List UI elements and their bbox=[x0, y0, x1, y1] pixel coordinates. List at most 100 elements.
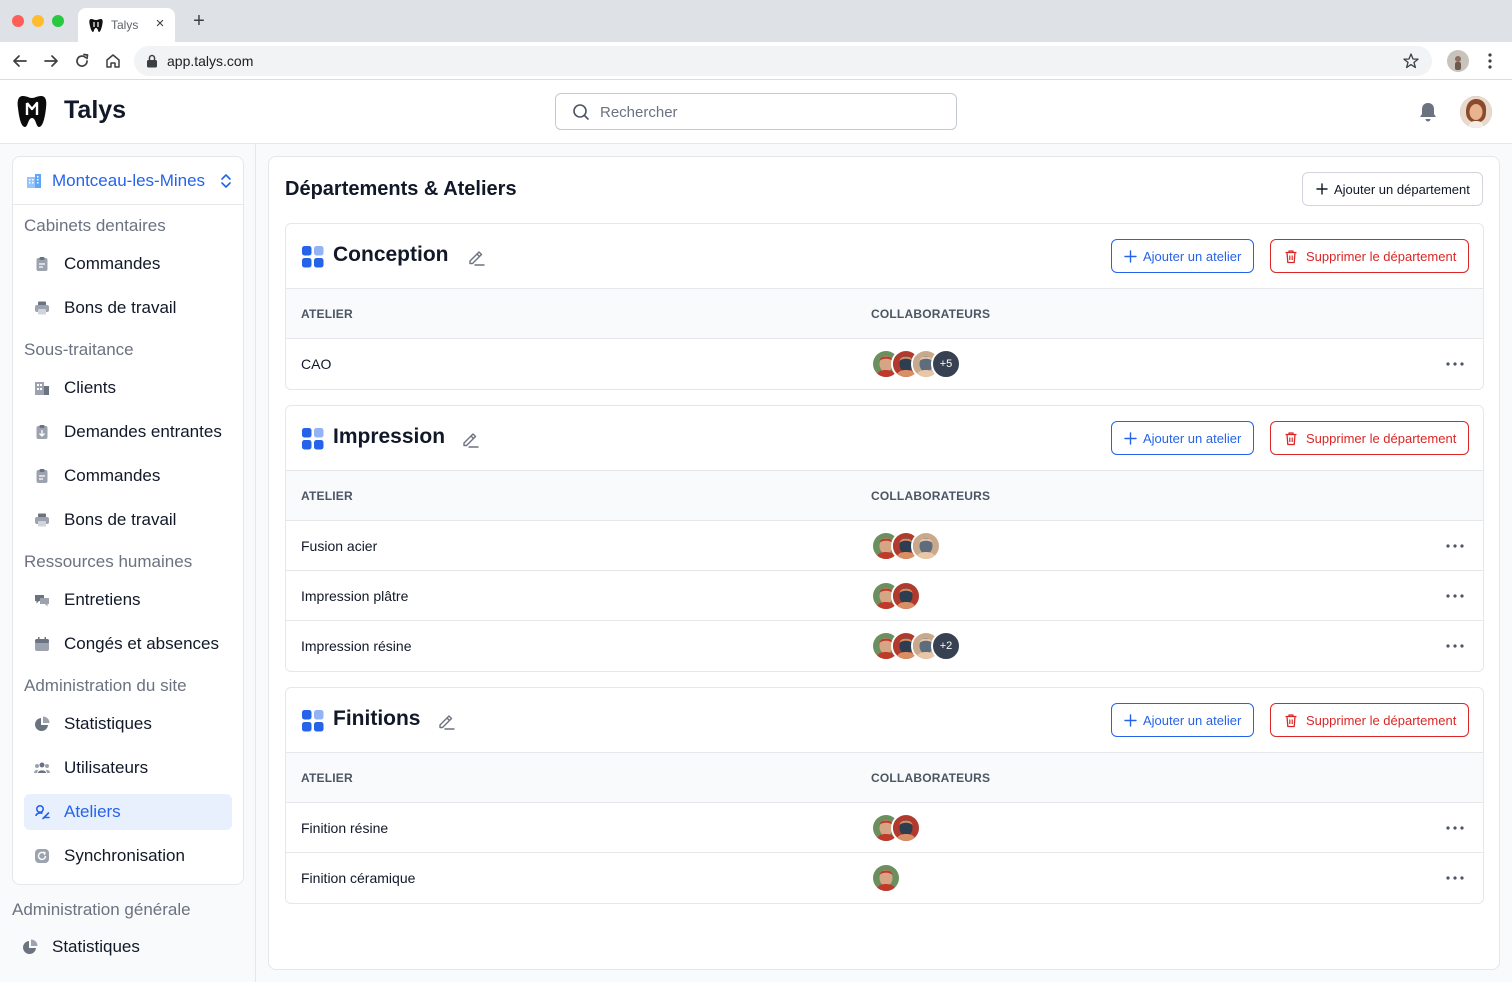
delete-department-label: Supprimer le département bbox=[1306, 431, 1457, 446]
table-row[interactable]: CAO +5 bbox=[286, 339, 1483, 389]
table-header: ATELIER COLLABORATEURS bbox=[286, 753, 1483, 803]
plus-icon bbox=[1316, 183, 1328, 195]
table-row[interactable]: Finition céramique bbox=[286, 853, 1483, 903]
plus-icon bbox=[1124, 432, 1137, 445]
trash-icon bbox=[1285, 250, 1297, 264]
add-atelier-button[interactable]: Ajouter un atelier bbox=[1111, 703, 1254, 737]
atelier-name: Impression plâtre bbox=[301, 588, 409, 604]
trash-icon bbox=[1285, 714, 1297, 728]
pencil-icon[interactable] bbox=[436, 711, 456, 731]
collaborator-avatar[interactable] bbox=[891, 813, 921, 843]
more-horizontal-icon[interactable] bbox=[1444, 638, 1466, 654]
chevron-up-down-icon bbox=[221, 174, 231, 188]
sidebar-item-rh-conges[interactable]: Congés et absences bbox=[24, 626, 232, 662]
window-minimize-button[interactable] bbox=[32, 15, 44, 27]
department-name: Conception bbox=[333, 243, 449, 266]
url-text: app.talys.com bbox=[167, 53, 254, 69]
sidebar-item-st-commandes[interactable]: Commandes bbox=[24, 458, 232, 494]
pencil-icon[interactable] bbox=[466, 247, 486, 267]
sidebar-item-ag-statistiques[interactable]: Statistiques bbox=[12, 929, 244, 965]
delete-department-button[interactable]: Supprimer le département bbox=[1270, 421, 1469, 455]
new-tab-icon[interactable]: + bbox=[189, 11, 209, 31]
add-atelier-button[interactable]: Ajouter un atelier bbox=[1111, 421, 1254, 455]
collaborator-avatar[interactable] bbox=[891, 581, 921, 611]
table-row[interactable]: Impression plâtre bbox=[286, 571, 1483, 621]
sidebar-item-label: Bons de travail bbox=[64, 298, 177, 317]
sidebar-item-as-synchronisation[interactable]: Synchronisation bbox=[24, 838, 232, 874]
trash-icon bbox=[1285, 432, 1297, 446]
add-atelier-label: Ajouter un atelier bbox=[1143, 713, 1242, 728]
sidebar-item-label: Entretiens bbox=[64, 590, 141, 609]
search-box[interactable] bbox=[555, 93, 957, 130]
sidebar-item-st-demandes[interactable]: Demandes entrantes bbox=[24, 414, 232, 450]
add-atelier-button[interactable]: Ajouter un atelier bbox=[1111, 239, 1254, 273]
sidebar-item-label: Synchronisation bbox=[64, 846, 185, 865]
more-collaborators-badge[interactable]: +2 bbox=[931, 631, 961, 661]
add-department-button[interactable]: Ajouter un département bbox=[1302, 172, 1483, 206]
delete-department-button[interactable]: Supprimer le département bbox=[1270, 703, 1469, 737]
site-selector[interactable]: Montceau-les-Mines bbox=[13, 157, 243, 205]
pie-chart-icon bbox=[35, 716, 50, 731]
chat-bubbles-icon bbox=[35, 595, 49, 607]
address-bar[interactable]: app.talys.com bbox=[134, 46, 1432, 76]
column-collaborateurs: COLLABORATEURS bbox=[871, 307, 991, 321]
app-name: Talys bbox=[64, 96, 127, 124]
talys-logo-icon[interactable] bbox=[17, 95, 47, 129]
sidebar-item-label: Commandes bbox=[64, 466, 161, 485]
sidebar-item-cab-bons[interactable]: Bons de travail bbox=[24, 290, 232, 326]
table-row[interactable]: Finition résine bbox=[286, 803, 1483, 853]
sidebar-item-as-statistiques[interactable]: Statistiques bbox=[24, 706, 232, 742]
department-name: Impression bbox=[333, 425, 446, 448]
more-horizontal-icon[interactable] bbox=[1444, 356, 1466, 372]
add-atelier-label: Ajouter un atelier bbox=[1143, 431, 1242, 446]
table-row[interactable]: Impression résine +2 bbox=[286, 621, 1483, 671]
site-navigation-card: Montceau-les-Mines Cabinets dentaires Co… bbox=[12, 156, 244, 885]
more-horizontal-icon[interactable] bbox=[1444, 820, 1466, 836]
collaborator-avatar[interactable] bbox=[871, 863, 901, 893]
more-collaborators-badge[interactable]: +5 bbox=[931, 349, 961, 379]
search-input[interactable] bbox=[600, 102, 940, 122]
atelier-name: Finition céramique bbox=[301, 870, 416, 886]
sidebar-item-label: Clients bbox=[64, 378, 116, 397]
sidebar-item-rh-entretiens[interactable]: Entretiens bbox=[24, 582, 232, 618]
sidebar-item-as-utilisateurs[interactable]: Utilisateurs bbox=[24, 750, 232, 786]
tab-close-icon[interactable]: × bbox=[152, 15, 168, 32]
more-horizontal-icon[interactable] bbox=[1444, 870, 1466, 886]
browser-tab[interactable]: Talys × bbox=[78, 8, 175, 42]
bookmark-star-icon[interactable] bbox=[1402, 52, 1420, 70]
forward-icon[interactable] bbox=[41, 51, 61, 71]
sidebar-item-st-clients[interactable]: Clients bbox=[24, 370, 232, 406]
notification-bell-icon[interactable] bbox=[1418, 101, 1438, 123]
buildings-icon bbox=[35, 382, 49, 395]
pencil-icon[interactable] bbox=[460, 429, 480, 449]
table-header: ATELIER COLLABORATEURS bbox=[286, 289, 1483, 339]
talys-favicon-icon bbox=[89, 19, 103, 32]
section-ressources-humaines: Ressources humaines bbox=[24, 552, 193, 571]
atelier-name: CAO bbox=[301, 356, 332, 372]
window-close-button[interactable] bbox=[12, 15, 24, 27]
site-name: Montceau-les-Mines bbox=[52, 171, 206, 190]
home-icon[interactable] bbox=[103, 51, 123, 71]
sidebar-item-st-bons[interactable]: Bons de travail bbox=[24, 502, 232, 538]
atelier-name: Impression résine bbox=[301, 638, 412, 654]
department-card: Impression Ajouter un atelier Supprimer le… bbox=[285, 405, 1484, 672]
more-horizontal-icon[interactable] bbox=[1444, 538, 1466, 554]
sidebar-item-cab-commandes[interactable]: Commandes bbox=[24, 246, 232, 282]
table-row[interactable]: Fusion acier bbox=[286, 521, 1483, 571]
reload-icon[interactable] bbox=[72, 51, 92, 71]
column-atelier: ATELIER bbox=[301, 489, 353, 503]
delete-department-button[interactable]: Supprimer le département bbox=[1270, 239, 1469, 273]
sidebar-item-as-ateliers[interactable]: Ateliers bbox=[24, 794, 232, 830]
add-atelier-label: Ajouter un atelier bbox=[1143, 249, 1242, 264]
more-horizontal-icon[interactable] bbox=[1444, 588, 1466, 604]
browser-menu-icon[interactable] bbox=[1482, 51, 1498, 71]
sidebar-item-label: Demandes entrantes bbox=[64, 422, 222, 441]
browser-profile-avatar[interactable] bbox=[1447, 50, 1469, 72]
back-icon[interactable] bbox=[10, 51, 30, 71]
window-maximize-button[interactable] bbox=[52, 15, 64, 27]
department-name: Finitions bbox=[333, 707, 421, 730]
user-avatar[interactable] bbox=[1460, 96, 1492, 128]
lock-icon bbox=[147, 54, 157, 68]
collaborator-avatar[interactable] bbox=[911, 531, 941, 561]
department-card: Finitions Ajouter un atelier Supprimer le … bbox=[285, 687, 1484, 904]
